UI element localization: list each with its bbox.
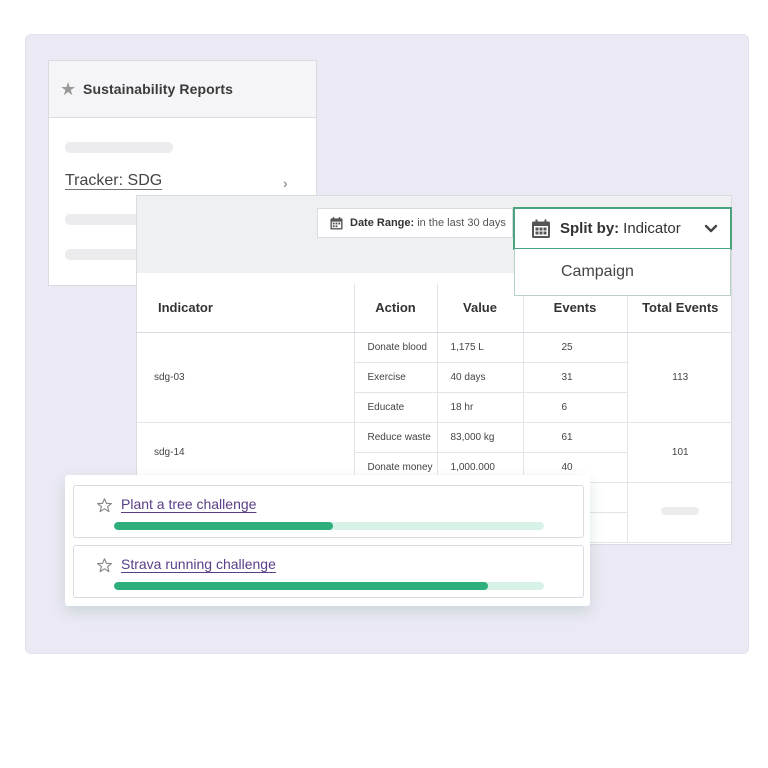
- value-cell: 1,175 L: [436, 332, 523, 363]
- indicator-cell: sdg-14: [137, 422, 354, 483]
- events-cell: 6: [522, 392, 627, 423]
- menu-item-campaign[interactable]: Campaign: [561, 263, 634, 281]
- star-outline-icon[interactable]: [96, 497, 113, 514]
- progress-track: [114, 582, 544, 590]
- chevron-down-icon[interactable]: [704, 222, 718, 236]
- total-events-cell: 101: [626, 422, 731, 483]
- value-cell: 18 hr: [436, 392, 523, 423]
- star-filled-icon: ★: [60, 78, 77, 99]
- column-header-indicator[interactable]: Indicator: [137, 284, 354, 333]
- column-header-value[interactable]: Value: [436, 284, 523, 333]
- date-range-label: Date Range:: [350, 217, 415, 229]
- tracker-sdg-link[interactable]: Tracker: SDG: [65, 172, 162, 190]
- date-range-value: in the last 30 days: [417, 217, 506, 229]
- challenges-card: Plant a tree challenge Strava running ch…: [65, 475, 590, 606]
- date-range-filter[interactable]: Date Range: in the last 30 days: [317, 208, 513, 238]
- total-events-cell: 113: [626, 332, 731, 423]
- calendar-icon: [330, 216, 343, 230]
- split-by-menu: Campaign: [514, 249, 731, 296]
- total-events-cell: [626, 482, 731, 543]
- reports-header: ★ Sustainability Reports: [49, 61, 316, 118]
- progress-track: [114, 522, 544, 530]
- split-by-label: Split by:: [560, 220, 620, 237]
- events-cell: 61: [522, 422, 627, 453]
- events-cell: 31: [522, 362, 627, 393]
- challenge-link[interactable]: Strava running challenge: [121, 556, 276, 572]
- action-cell: Exercise: [353, 362, 437, 393]
- split-by-dropdown[interactable]: Split by: Indicator: [513, 207, 732, 250]
- action-cell: Educate: [353, 392, 437, 423]
- table-row: sdg-03 Donate blood 1,175 L 25 113: [137, 332, 731, 423]
- progress-fill: [114, 582, 489, 590]
- star-outline-icon[interactable]: [96, 557, 113, 574]
- skeleton-line: [65, 249, 145, 260]
- skeleton-line: [65, 142, 173, 153]
- skeleton-placeholder: [661, 506, 700, 515]
- value-cell: 83,000 kg: [436, 422, 523, 453]
- action-cell: Donate blood: [353, 332, 437, 363]
- skeleton-line: [65, 214, 145, 225]
- events-cell: 25: [522, 332, 627, 363]
- indicator-cell: sdg-03: [137, 332, 354, 423]
- challenge-item: Plant a tree challenge: [73, 485, 584, 538]
- challenge-link[interactable]: Plant a tree challenge: [121, 496, 256, 512]
- action-cell: Reduce waste: [353, 422, 437, 453]
- split-by-value: Indicator: [623, 220, 681, 237]
- table-row: sdg-14 Reduce waste 83,000 kg 61 101: [137, 422, 731, 483]
- column-header-action[interactable]: Action: [353, 284, 437, 333]
- challenge-item: Strava running challenge: [73, 545, 584, 598]
- value-cell: 40 days: [436, 362, 523, 393]
- reports-title: Sustainability Reports: [83, 81, 234, 97]
- chevron-right-icon[interactable]: ›: [283, 175, 288, 191]
- calendar-icon: [532, 219, 550, 238]
- progress-fill: [114, 522, 334, 530]
